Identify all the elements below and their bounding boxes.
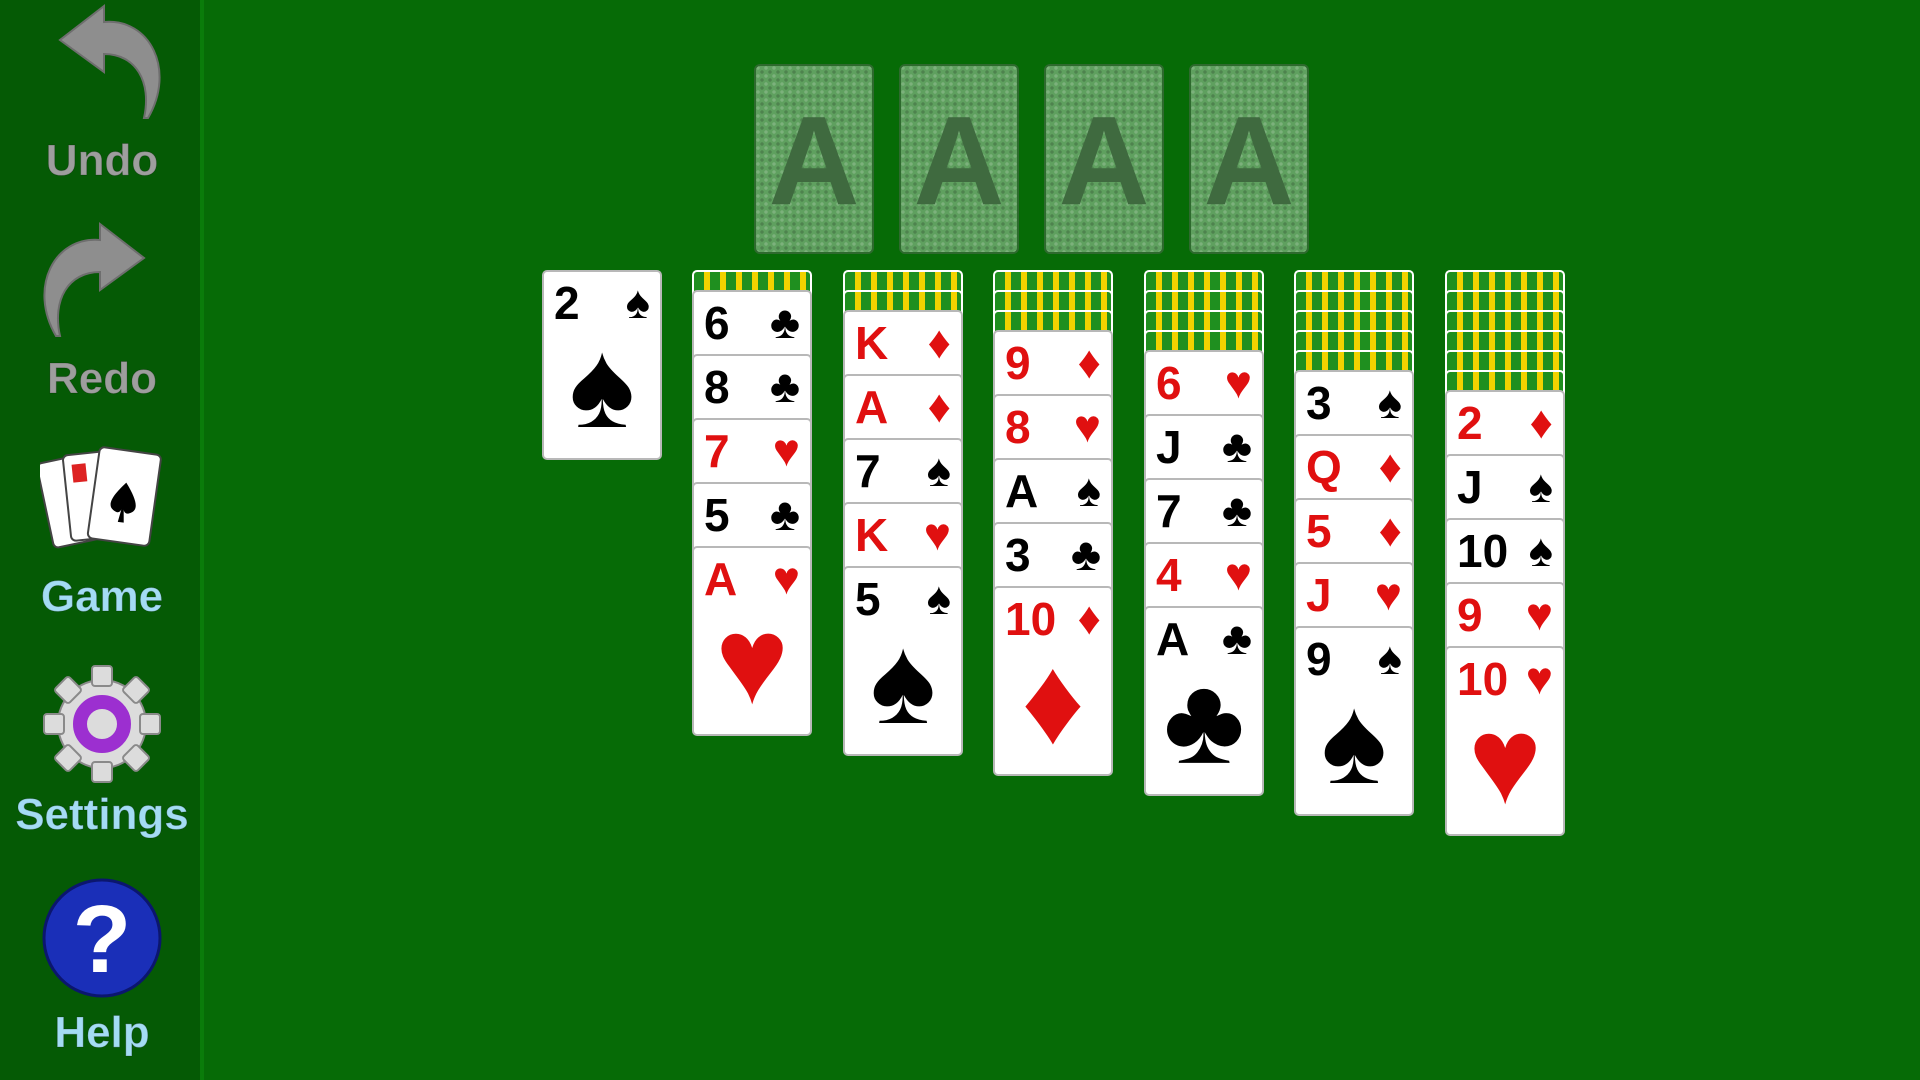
card-rank: J [1156, 421, 1182, 473]
card-rank: 6 [704, 297, 730, 349]
foundation-pile-3[interactable]: A [1044, 64, 1164, 254]
card-suit-icon: ♥ [1224, 548, 1252, 600]
card-center-suit-icon: ♠ [569, 316, 635, 454]
card-rank: A [1005, 465, 1039, 517]
tableau-card[interactable]: A ♥ ♥ [692, 546, 812, 736]
foundation-placeholder: A [913, 90, 1005, 231]
card-rank: 7 [855, 445, 881, 497]
card-center-suit-icon: ♥ [1468, 692, 1542, 830]
card-suit-icon: ♣ [1221, 420, 1252, 472]
foundation-placeholder: A [1203, 90, 1295, 231]
card-suit-icon: ♦ [1378, 504, 1402, 556]
card-center-suit-icon: ♠ [1321, 672, 1387, 810]
card-rank: 5 [704, 489, 730, 541]
card-suit-icon: ♠ [1377, 376, 1402, 428]
card-rank: 8 [1005, 401, 1031, 453]
card-suit-icon: ♠ [926, 444, 951, 496]
card-rank: 5 [1306, 505, 1332, 557]
card-center-suit-icon: ♠ [870, 612, 936, 750]
card-suit-icon: ♥ [772, 424, 800, 476]
tableau-card[interactable]: A ♣ ♣ [1144, 606, 1264, 796]
card-center-suit-icon: ♦ [1021, 632, 1085, 770]
card-rank: K [855, 509, 889, 561]
card-center-suit-icon: ♥ [715, 592, 789, 730]
stock-card[interactable]: 2 ♠ ♠ [542, 270, 662, 460]
card-rank: 3 [1005, 529, 1031, 581]
card-rank: 6 [1156, 357, 1182, 409]
tableau-card[interactable]: 10 ♦ ♦ [993, 586, 1113, 776]
card-suit-icon: ♠ [1528, 460, 1553, 512]
card-suit-icon: ♣ [769, 296, 800, 348]
card-rank: 9 [1457, 589, 1483, 641]
card-suit-icon: ♥ [1374, 568, 1402, 620]
card-suit-icon: ♠ [1076, 464, 1101, 516]
card-rank: K [855, 317, 889, 369]
card-suit-icon: ♦ [927, 380, 951, 432]
tableau-card[interactable]: 9 ♠ ♠ [1294, 626, 1414, 816]
card-rank: 3 [1306, 377, 1332, 429]
card-rank: 10 [1457, 525, 1509, 577]
tableau-card[interactable]: 5 ♠ ♠ [843, 566, 963, 756]
game-table: A A A A 2 ♠ ♠ 6 ♣ 8 ♣ 7 ♥ 5 ♣ A ♥ ♥ K ♦ A ♦ 7 ♠ K ♥ 5 ♠ ♠ 9 ♦ 8 ♥ A ♠ 3… [0, 0, 1920, 1080]
card-center-suit-icon: ♣ [1163, 652, 1245, 790]
foundation-placeholder: A [1058, 90, 1150, 231]
card-rank: 7 [704, 425, 730, 477]
card-rank: A [855, 381, 889, 433]
foundation-placeholder: A [768, 90, 860, 231]
card-suit-icon: ♥ [1224, 356, 1252, 408]
card-rank: J [1457, 461, 1483, 513]
card-suit-icon: ♦ [1529, 396, 1553, 448]
card-suit-icon: ♦ [927, 316, 951, 368]
foundation-pile-4[interactable]: A [1189, 64, 1309, 254]
card-suit-icon: ♦ [1378, 440, 1402, 492]
card-rank: 7 [1156, 485, 1182, 537]
tableau-card[interactable]: 10 ♥ ♥ [1445, 646, 1565, 836]
card-suit-icon: ♠ [1528, 524, 1553, 576]
card-suit-icon: ♥ [1525, 588, 1553, 640]
card-suit-icon: ♣ [769, 488, 800, 540]
card-rank: 2 [1457, 397, 1483, 449]
card-suit-icon: ♥ [923, 508, 951, 560]
card-rank: 9 [1005, 337, 1031, 389]
card-suit-icon: ♦ [1077, 336, 1101, 388]
card-suit-icon: ♥ [1073, 400, 1101, 452]
card-suit-icon: ♣ [1221, 484, 1252, 536]
card-rank: J [1306, 569, 1332, 621]
card-rank: Q [1306, 441, 1342, 493]
foundation-pile-1[interactable]: A [754, 64, 874, 254]
card-rank: 4 [1156, 549, 1182, 601]
card-suit-icon: ♣ [1070, 528, 1101, 580]
card-suit-icon: ♣ [769, 360, 800, 412]
foundation-pile-2[interactable]: A [899, 64, 1019, 254]
card-rank: 8 [704, 361, 730, 413]
